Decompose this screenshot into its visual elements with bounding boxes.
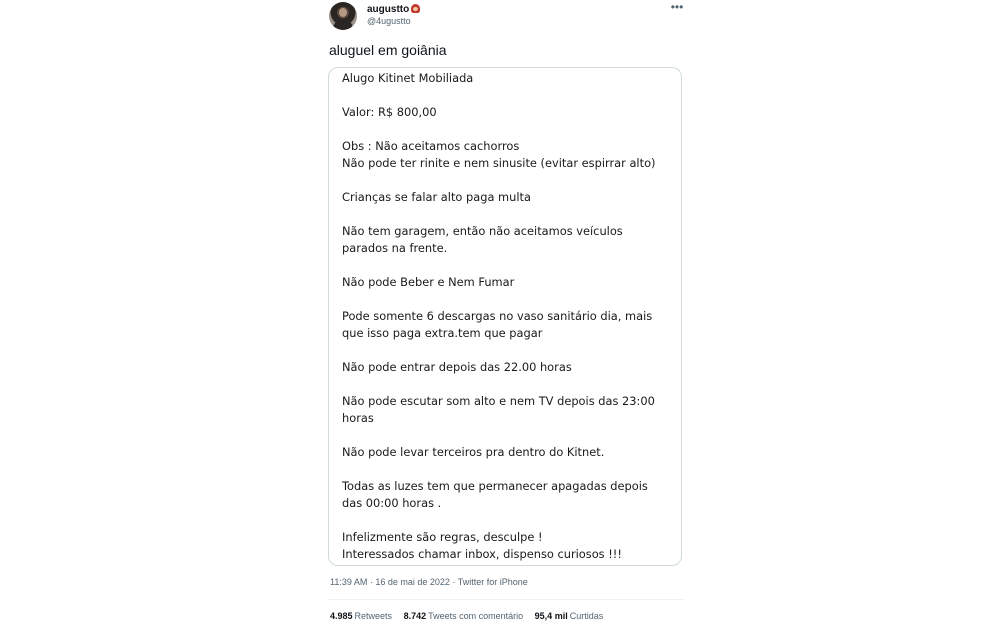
tweet-text: aluguel em goiânia bbox=[329, 42, 447, 58]
quote-tweets-label: Tweets com comentário bbox=[428, 611, 524, 621]
quote-tweets-count: 8.742 bbox=[403, 611, 427, 621]
tweet: augustto @4ugustto ••• aluguel em goiâni… bbox=[326, 0, 688, 626]
note-line: Não pode ter rinite e nem sinusite (evit… bbox=[342, 156, 656, 170]
quote-tweets-stat[interactable]: 8.742 Tweets com comentário bbox=[404, 611, 524, 621]
note-line: Pode somente 6 descargas no vaso sanitár… bbox=[342, 309, 653, 323]
user-handle[interactable]: @4ugustto bbox=[367, 16, 411, 26]
tweet-timestamp[interactable]: 11:39 AM · 16 de mai de 2022 · Twitter f… bbox=[330, 577, 528, 587]
avatar[interactable] bbox=[329, 2, 357, 30]
note-line: Todas as luzes tem que permanecer apagad… bbox=[342, 479, 648, 493]
note-line: Crianças se falar alto paga multa bbox=[342, 190, 531, 204]
retweets-label: Retweets bbox=[354, 611, 393, 621]
display-name-text: augustto bbox=[367, 4, 410, 15]
avatar-body bbox=[333, 19, 353, 30]
note-line: que isso paga extra.tem que pagar bbox=[342, 326, 543, 340]
note-line: Não pode escutar som alto e nem TV depoi… bbox=[342, 394, 655, 408]
emoji-icon bbox=[411, 4, 421, 13]
note-line: Interessados chamar inbox, dispenso curi… bbox=[342, 547, 622, 561]
note-line: Não pode entrar depois das 22.00 horas bbox=[342, 360, 572, 374]
tweet-image[interactable]: Alugo Kitinet Mobiliada Valor: R$ 800,00… bbox=[328, 67, 682, 566]
note-line: Infelizmente são regras, desculpe ! bbox=[342, 530, 543, 544]
avatar-face bbox=[339, 8, 347, 17]
note-line: Obs : Não aceitamos cachorros bbox=[342, 139, 520, 153]
more-horizontal-icon[interactable]: ••• bbox=[670, 1, 684, 13]
likes-label: Curtidas bbox=[569, 611, 604, 621]
display-name[interactable]: augustto bbox=[367, 4, 421, 15]
retweets-count: 4.985 bbox=[330, 611, 353, 621]
note-line: Não pode Beber e Nem Fumar bbox=[342, 275, 515, 289]
likes-count: 95,4 mil bbox=[534, 611, 568, 621]
retweets-stat[interactable]: 4.985 Retweets bbox=[330, 611, 392, 621]
note-line: das 00:00 horas . bbox=[342, 496, 442, 510]
engagement-stats: 4.985 Retweets 8.742 Tweets com comentário… bbox=[330, 611, 612, 621]
note-line: horas bbox=[342, 411, 374, 425]
divider bbox=[328, 599, 684, 600]
note-line: Não pode levar terceiros pra dentro do K… bbox=[342, 445, 605, 459]
note-line: Valor: R$ 800,00 bbox=[342, 105, 437, 119]
note-line: Alugo Kitinet Mobiliada bbox=[342, 71, 474, 85]
likes-stat[interactable]: 95,4 mil Curtidas bbox=[535, 611, 604, 621]
note-line: Não tem garagem, então não aceitamos veí… bbox=[342, 224, 623, 238]
note-line: parados na frente. bbox=[342, 241, 448, 255]
